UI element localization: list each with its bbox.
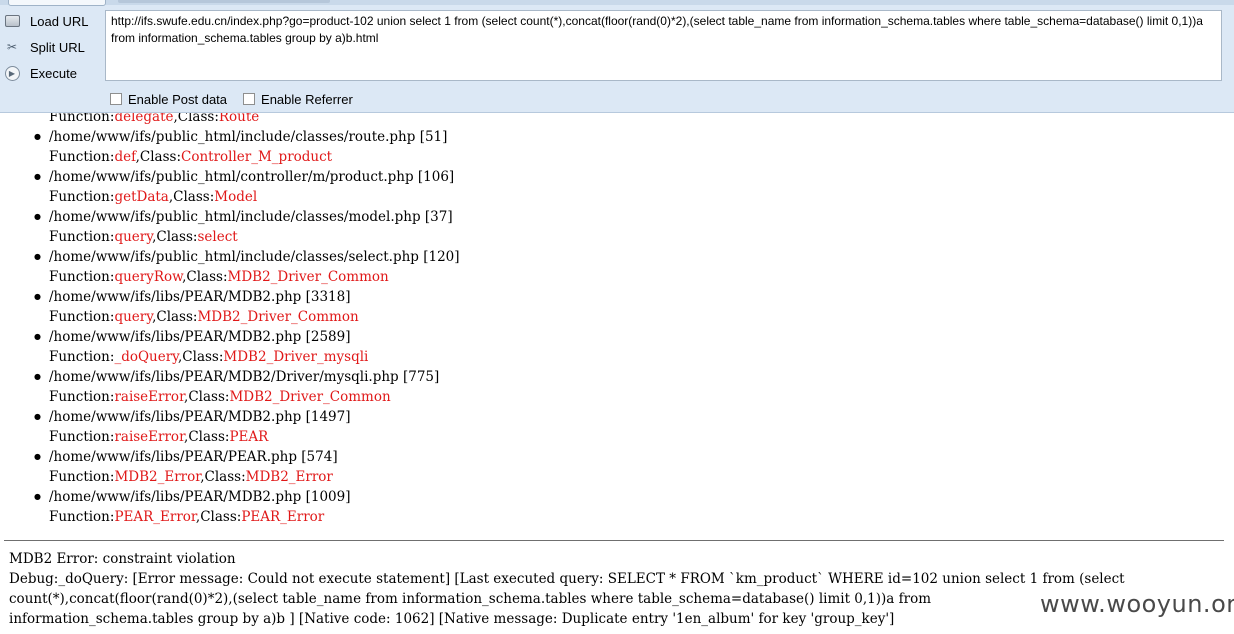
function-line: Function:MDB2_Error,Class:MDB2_Error [49,467,1234,487]
function-line: Function:queryRow,Class:MDB2_Driver_Comm… [49,267,1234,287]
stack-trace-item: /home/www/ifs/libs/PEAR/MDB2.php [2589]F… [49,327,1234,367]
function-name: getData [114,189,169,205]
function-line: Function:query,Class:MDB2_Driver_Common [49,307,1234,327]
class-label: Class: [182,349,224,365]
class-label: Class: [173,189,215,205]
function-line: Function:PEAR_Error,Class:PEAR_Error [49,507,1234,527]
function-label: Function: [49,229,115,245]
class-label: Class: [200,509,242,525]
enable-post-data-label: Enable Post data [128,91,228,107]
function-name: MDB2_Error [114,469,201,485]
class-name: PEAR_Error [241,509,325,525]
trace-file-path: /home/www/ifs/public_html/include/classe… [49,247,1234,267]
class-name: MDB2_Driver_mysqli [223,349,369,365]
class-name: select [197,229,238,245]
stack-trace-partial-item: Function:delegate,Class:Route [49,113,1234,127]
trace-file-path: /home/www/ifs/public_html/include/classe… [49,127,1234,147]
function-name: raiseError [114,429,185,445]
hackbar-panel: Load URL ✂ Split URL ▶ Execute http://if… [0,0,1234,113]
load-url-label: Load URL [30,13,89,29]
hackbar-menu-strip [118,0,330,3]
class-label: Class: [139,149,181,165]
function-label: Function: [49,509,115,525]
split-url-label: Split URL [30,39,85,55]
function-label: Function: [49,269,115,285]
trace-file-path: /home/www/ifs/libs/PEAR/MDB2.php [1497] [49,407,1234,427]
load-url-button[interactable]: Load URL [4,10,102,32]
execute-button[interactable]: ▶ Execute [4,62,102,84]
divider [4,540,1224,541]
function-name: def [114,149,136,165]
function-line: Function:delegate,Class:Route [49,113,260,125]
class-name: MDB2_Driver_Common [229,389,391,405]
class-label: Class: [156,309,198,325]
class-label: Class: [188,429,230,445]
execute-label: Execute [30,65,77,81]
function-label: Function: [49,389,115,405]
class-label: Class: [204,469,246,485]
function-name: queryRow [114,269,183,285]
stack-trace-list: Function:delegate,Class:Route /home/www/… [0,113,1234,527]
function-label: Function: [49,149,115,165]
function-name: PEAR_Error [114,509,196,525]
class-name: MDB2_Driver_Common [227,269,389,285]
watermark: www.wooyun.org [1040,590,1234,618]
enable-referrer-checkbox[interactable]: Enable Referrer [243,92,353,107]
function-line: Function:getData,Class:Model [49,187,1234,207]
enable-post-data-checkbox[interactable]: Enable Post data [110,92,227,107]
function-label: Function: [49,429,115,445]
referrer-checkbox-box[interactable] [243,93,256,105]
class-name: Model [214,189,258,205]
hackbar-menu-tab[interactable] [8,0,106,6]
url-textarea[interactable]: http://ifs.swufe.edu.cn/index.php?go=pro… [105,10,1222,81]
function-name: query [114,309,153,325]
function-name: _doQuery [114,349,178,365]
function-line: Function:raiseError,Class:PEAR [49,427,1234,447]
page-content: Function:delegate,Class:Route /home/www/… [0,113,1234,634]
play-icon: ▶ [4,65,20,81]
stack-trace-item: /home/www/ifs/libs/PEAR/PEAR.php [574]Fu… [49,447,1234,487]
function-label: Function: [49,469,115,485]
scissors-icon: ✂ [6,40,18,54]
stack-trace-item: /home/www/ifs/public_html/controller/m/p… [49,167,1234,207]
class-label: Class: [188,389,230,405]
trace-file-path: /home/www/ifs/libs/PEAR/PEAR.php [574] [49,447,1234,467]
trace-file-path: /home/www/ifs/libs/PEAR/MDB2.php [2589] [49,327,1234,347]
enable-referrer-label: Enable Referrer [261,91,353,107]
function-label: Function: [49,309,115,325]
function-line: Function:raiseError,Class:MDB2_Driver_Co… [49,387,1234,407]
stack-trace-item: /home/www/ifs/public_html/include/classe… [49,247,1234,287]
stack-trace-item: /home/www/ifs/libs/PEAR/MDB2/Driver/mysq… [49,367,1234,407]
function-line: Function:def,Class:Controller_M_product [49,147,1234,167]
error-line-2: Debug:_doQuery: [Error message: Could no… [9,571,1125,587]
split-url-button[interactable]: ✂ Split URL [4,36,102,58]
stack-trace-item: /home/www/ifs/libs/PEAR/MDB2.php [3318]F… [49,287,1234,327]
trace-file-path: /home/www/ifs/public_html/controller/m/p… [49,167,1234,187]
trace-file-path: /home/www/ifs/libs/PEAR/MDB2.php [3318] [49,287,1234,307]
hackbar-top-strip [0,0,1234,6]
class-label: Class: [186,269,228,285]
function-label: Function: [49,349,115,365]
class-name: PEAR [229,429,269,445]
stack-trace-item: /home/www/ifs/libs/PEAR/MDB2.php [1497]F… [49,407,1234,447]
stack-trace-item: /home/www/ifs/public_html/include/classe… [49,207,1234,247]
stack-trace-item: /home/www/ifs/libs/PEAR/MDB2.php [1009]F… [49,487,1234,527]
hackbar-options: Enable Post data Enable Referrer [110,90,369,108]
error-line-1: MDB2 Error: constraint violation [9,551,236,567]
class-name: MDB2_Error [245,469,333,485]
post-data-checkbox-box[interactable] [110,93,122,105]
function-name: raiseError [114,389,185,405]
trace-file-path: /home/www/ifs/public_html/include/classe… [49,207,1234,227]
function-line: Function:query,Class:select [49,227,1234,247]
function-name: query [114,229,153,245]
trace-file-path: /home/www/ifs/libs/PEAR/MDB2/Driver/mysq… [49,367,1234,387]
trace-file-path: /home/www/ifs/libs/PEAR/MDB2.php [1009] [49,487,1234,507]
function-line: Function:_doQuery,Class:MDB2_Driver_mysq… [49,347,1234,367]
class-name: Controller_M_product [181,149,333,165]
class-name: MDB2_Driver_Common [197,309,359,325]
function-label: Function: [49,189,115,205]
load-url-icon [4,13,20,29]
stack-trace-item: /home/www/ifs/public_html/include/classe… [49,127,1234,167]
class-label: Class: [156,229,198,245]
